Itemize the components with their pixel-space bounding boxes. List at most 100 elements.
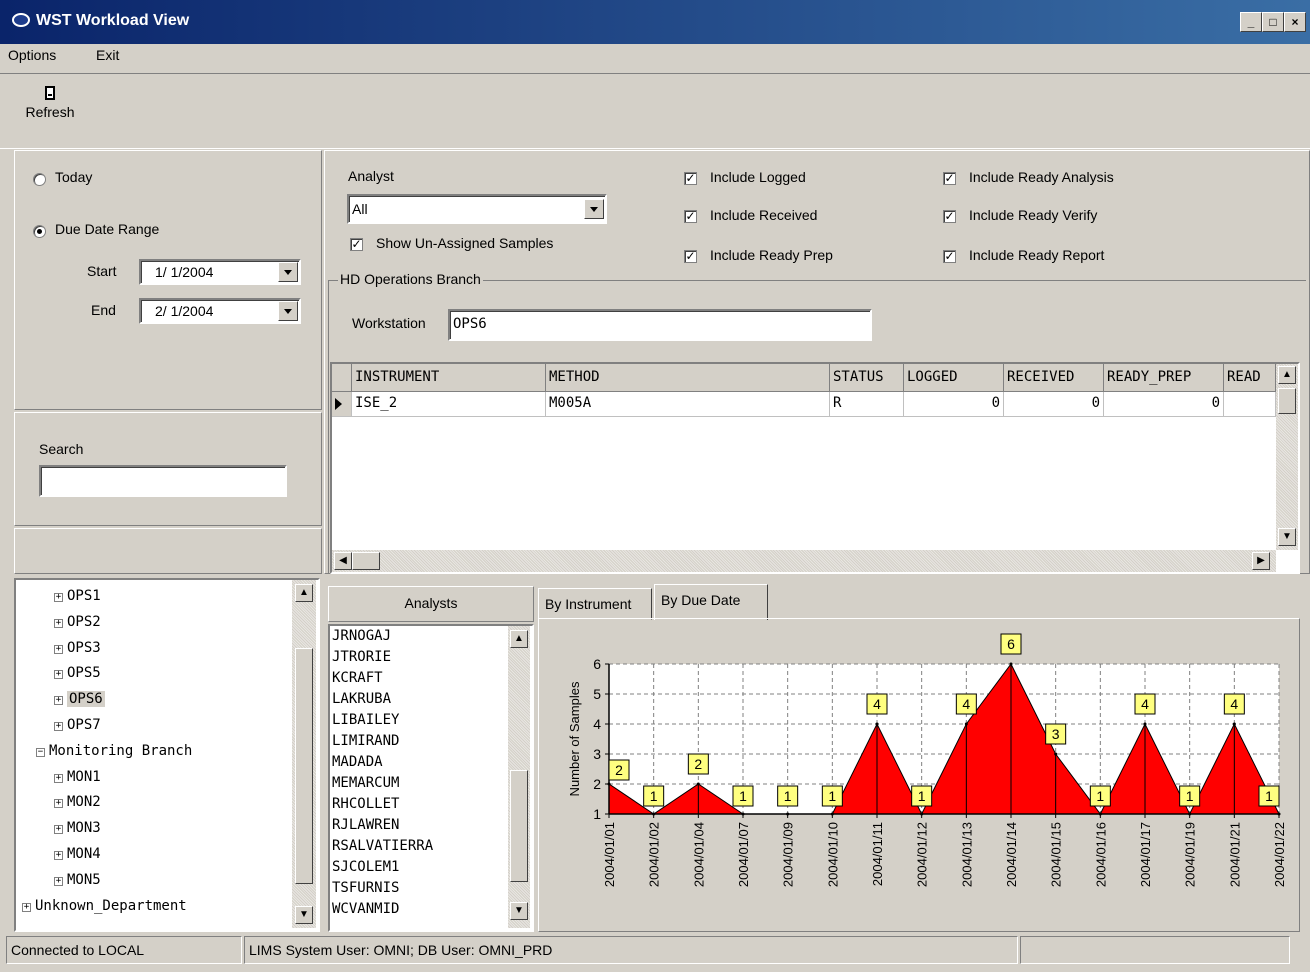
analysts-vscroll[interactable]: ▲ ▼ xyxy=(508,626,530,928)
grid-hscroll[interactable]: ◀ ▶ xyxy=(332,550,1276,572)
tree-item-ops6[interactable]: + OPS6 xyxy=(54,691,105,708)
col-header-instrument[interactable]: INSTRUMENT xyxy=(352,364,546,392)
show-unassigned-checkbox[interactable]: ✓ xyxy=(350,238,363,251)
expand-icon[interactable]: + xyxy=(54,825,63,835)
expand-icon[interactable]: + xyxy=(54,644,63,654)
include-logged-checkbox[interactable]: ✓ xyxy=(684,172,697,185)
grid-scroll-left-icon[interactable]: ◀ xyxy=(334,552,352,570)
grid-scroll-up-icon[interactable]: ▲ xyxy=(1278,366,1296,384)
analysts-scroll-up-icon[interactable]: ▲ xyxy=(510,630,528,648)
refresh-button[interactable]: Refresh xyxy=(10,82,90,144)
cell-logged[interactable]: 0 xyxy=(904,392,1004,417)
cell-received[interactable]: 0 xyxy=(1004,392,1104,417)
include-ready-verify-checkbox[interactable]: ✓ xyxy=(943,210,956,223)
col-header-ready[interactable]: READ xyxy=(1224,364,1276,392)
expand-icon[interactable]: + xyxy=(54,696,63,706)
tree-vscroll[interactable]: ▲ ▼ xyxy=(292,580,316,928)
include-ready-report-checkbox[interactable]: ✓ xyxy=(943,250,956,263)
tree-item-ops1[interactable]: + OPS1 xyxy=(54,588,101,604)
tree-item-unknown-department[interactable]: + Unknown_Department xyxy=(22,898,187,914)
start-date-field[interactable]: 1/ 1/2004 xyxy=(139,259,301,285)
menu-exit[interactable]: Exit xyxy=(96,47,119,63)
col-header-logged[interactable]: LOGGED xyxy=(904,364,1004,392)
expand-icon[interactable]: + xyxy=(54,773,63,783)
tree-item-mon2[interactable]: + MON2 xyxy=(54,794,101,810)
include-received-checkbox[interactable]: ✓ xyxy=(684,210,697,223)
end-date-field[interactable]: 2/ 1/2004 xyxy=(139,298,301,324)
expand-icon[interactable]: + xyxy=(54,670,63,680)
include-ready-prep-checkbox[interactable]: ✓ xyxy=(684,250,697,263)
cell-method[interactable]: M005A xyxy=(546,392,830,417)
include-ready-analysis-checkbox[interactable]: ✓ xyxy=(943,172,956,185)
grid-scroll-right-icon[interactable]: ▶ xyxy=(1252,552,1270,570)
expand-icon[interactable]: + xyxy=(22,902,31,912)
menu-options[interactable]: Options xyxy=(8,47,56,63)
col-header-method[interactable]: METHOD xyxy=(546,364,830,392)
analyst-item[interactable]: JRNOGAJ xyxy=(332,628,391,644)
cell-status[interactable]: R xyxy=(830,392,904,417)
analysts-vscroll-thumb[interactable] xyxy=(510,770,528,882)
tree-item-ops7[interactable]: + OPS7 xyxy=(54,717,101,733)
expand-icon[interactable]: + xyxy=(54,722,63,731)
tree-item-mon1[interactable]: + MON1 xyxy=(54,769,101,785)
search-input[interactable] xyxy=(39,465,287,497)
analysts-list[interactable]: JRNOGAJ JTRORIE KCRAFT LAKRUBA LIBAILEY LIMIR… xyxy=(328,624,534,932)
col-header-status[interactable]: STATUS xyxy=(830,364,904,392)
analyst-item[interactable]: SJCOLEM1 xyxy=(332,859,399,875)
analyst-item[interactable]: RJLAWREN xyxy=(332,817,399,833)
expand-icon[interactable]: + xyxy=(54,593,63,602)
instrument-grid[interactable]: INSTRUMENT METHOD STATUS LOGGED RECEIVED… xyxy=(330,362,1300,574)
analyst-item[interactable]: JTRORIE xyxy=(332,649,391,665)
tree-item-ops2[interactable]: + OPS2 xyxy=(54,614,101,630)
department-tree[interactable]: + OPS1 + OPS2 + OPS3 + OPS5 + OPS6 + OPS7 − Monitorin… xyxy=(14,578,320,932)
tree-item-ops3[interactable]: + OPS3 xyxy=(54,640,101,656)
expand-icon[interactable]: + xyxy=(54,851,63,860)
collapse-icon[interactable]: − xyxy=(36,747,45,757)
grid-vscroll[interactable]: ▲ ▼ xyxy=(1276,364,1298,550)
analyst-item[interactable]: TSFURNIS xyxy=(332,880,399,896)
start-date-dropdown-icon[interactable] xyxy=(278,262,298,282)
expand-icon[interactable]: + xyxy=(54,876,63,886)
end-date-dropdown-icon[interactable] xyxy=(278,301,298,321)
analyst-item[interactable]: LAKRUBA xyxy=(332,691,391,707)
cell-ready[interactable] xyxy=(1224,392,1276,417)
tree-scroll-up-icon[interactable]: ▲ xyxy=(295,584,313,602)
grid-hscroll-thumb[interactable] xyxy=(352,552,380,570)
today-radio[interactable] xyxy=(33,173,46,186)
grid-scroll-down-icon[interactable]: ▼ xyxy=(1278,528,1296,546)
due-date-range-radio[interactable] xyxy=(33,225,46,238)
analyst-item[interactable]: MADADA xyxy=(332,754,383,770)
analyst-item[interactable]: MEMARCUM xyxy=(332,775,399,791)
cell-instrument[interactable]: ISE_2 xyxy=(352,392,546,417)
tab-by-instrument[interactable]: By Instrument xyxy=(538,588,652,620)
cell-ready-prep[interactable]: 0 xyxy=(1104,392,1224,417)
col-header-received[interactable]: RECEIVED xyxy=(1004,364,1104,392)
analyst-item[interactable]: WCVANMID xyxy=(332,901,399,917)
row-indicator[interactable] xyxy=(332,392,352,417)
expand-icon[interactable]: + xyxy=(54,799,63,809)
analyst-dropdown-icon[interactable] xyxy=(584,199,604,219)
analyst-item[interactable]: RSALVATIERRA xyxy=(332,838,433,854)
tree-item-mon4[interactable]: + MON4 xyxy=(54,846,101,862)
tree-item-monitoring-branch[interactable]: − Monitoring Branch xyxy=(36,743,192,759)
analyst-item[interactable]: LIBAILEY xyxy=(332,712,399,728)
analyst-select[interactable]: All xyxy=(347,194,607,224)
expand-icon[interactable]: + xyxy=(54,618,63,628)
tree-vscroll-thumb[interactable] xyxy=(295,648,313,884)
analyst-item[interactable]: LIMIRAND xyxy=(332,733,399,749)
tree-item-ops5[interactable]: + OPS5 xyxy=(54,665,101,681)
maximize-button[interactable]: □ xyxy=(1262,12,1284,32)
tree-scroll-down-icon[interactable]: ▼ xyxy=(295,906,313,924)
minimize-button[interactable]: _ xyxy=(1240,12,1262,32)
tree-item-mon5[interactable]: + MON5 xyxy=(54,872,101,888)
workstation-input[interactable]: OPS6 xyxy=(448,309,872,341)
col-header-ready-prep[interactable]: READY_PREP xyxy=(1104,364,1224,392)
tree-item-mon3[interactable]: + MON3 xyxy=(54,820,101,836)
grid-vscroll-thumb[interactable] xyxy=(1278,388,1296,414)
analysts-scroll-down-icon[interactable]: ▼ xyxy=(510,902,528,920)
close-button[interactable]: × xyxy=(1284,12,1306,32)
tab-by-due-date[interactable]: By Due Date xyxy=(654,584,768,620)
workstation-label: Workstation xyxy=(352,315,426,331)
analyst-item[interactable]: RHCOLLET xyxy=(332,796,399,812)
analyst-item[interactable]: KCRAFT xyxy=(332,670,383,686)
